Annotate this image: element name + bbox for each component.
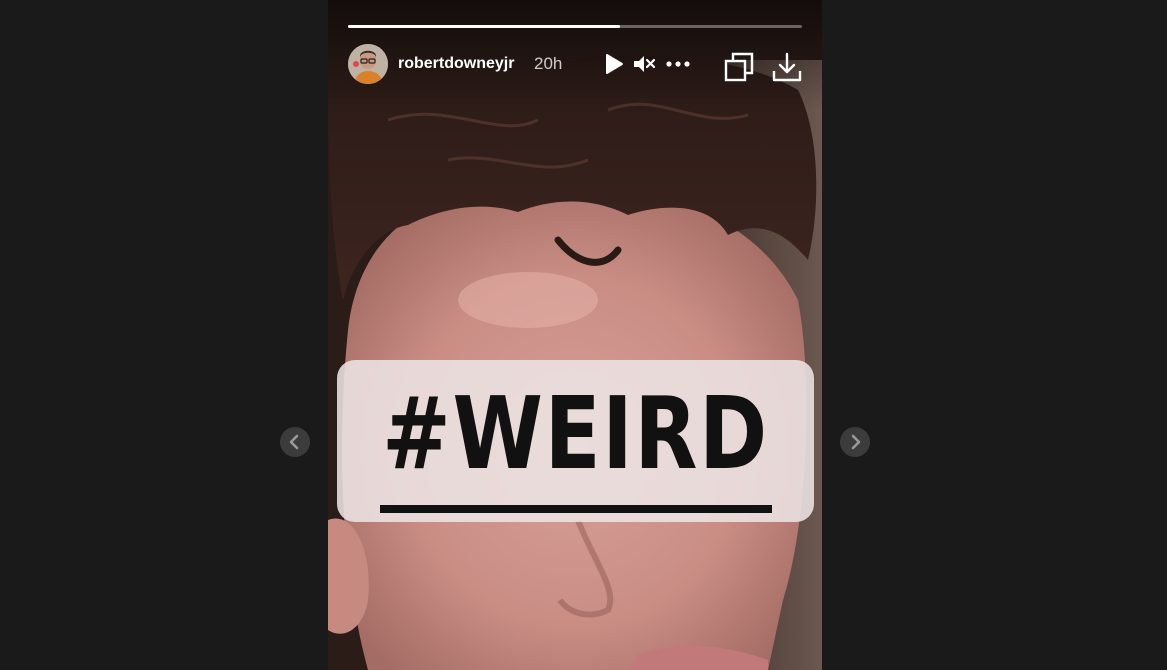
avatar[interactable] [348, 44, 388, 84]
story-frame[interactable]: robertdowneyjr 20h #WEIRD [328, 0, 822, 670]
play-icon [606, 54, 623, 74]
story-timestamp: 20h [534, 54, 563, 73]
hashtag-underline [380, 505, 772, 513]
previous-story-button[interactable] [280, 427, 310, 457]
download-button[interactable] [771, 51, 803, 83]
more-options-icon [666, 61, 690, 67]
story-progress-fill [348, 25, 621, 28]
mute-button[interactable] [632, 53, 656, 75]
chevron-left-icon [289, 434, 299, 450]
story-progress-bar [348, 25, 802, 28]
hashtag-sticker-text: #WEIRD [382, 375, 769, 492]
copy-button[interactable] [723, 51, 755, 83]
play-button[interactable] [604, 53, 624, 75]
chevron-right-icon [851, 434, 861, 450]
hashtag-sticker[interactable]: #WEIRD [337, 360, 814, 522]
more-options-button[interactable] [664, 56, 694, 72]
copy-icon [724, 52, 754, 82]
volume-muted-icon [634, 56, 656, 72]
story-username[interactable]: robertdowneyjr [398, 55, 514, 73]
download-icon [772, 52, 802, 82]
next-story-button[interactable] [840, 427, 870, 457]
story-viewer: robertdowneyjr 20h #WEIRD [0, 0, 1167, 670]
